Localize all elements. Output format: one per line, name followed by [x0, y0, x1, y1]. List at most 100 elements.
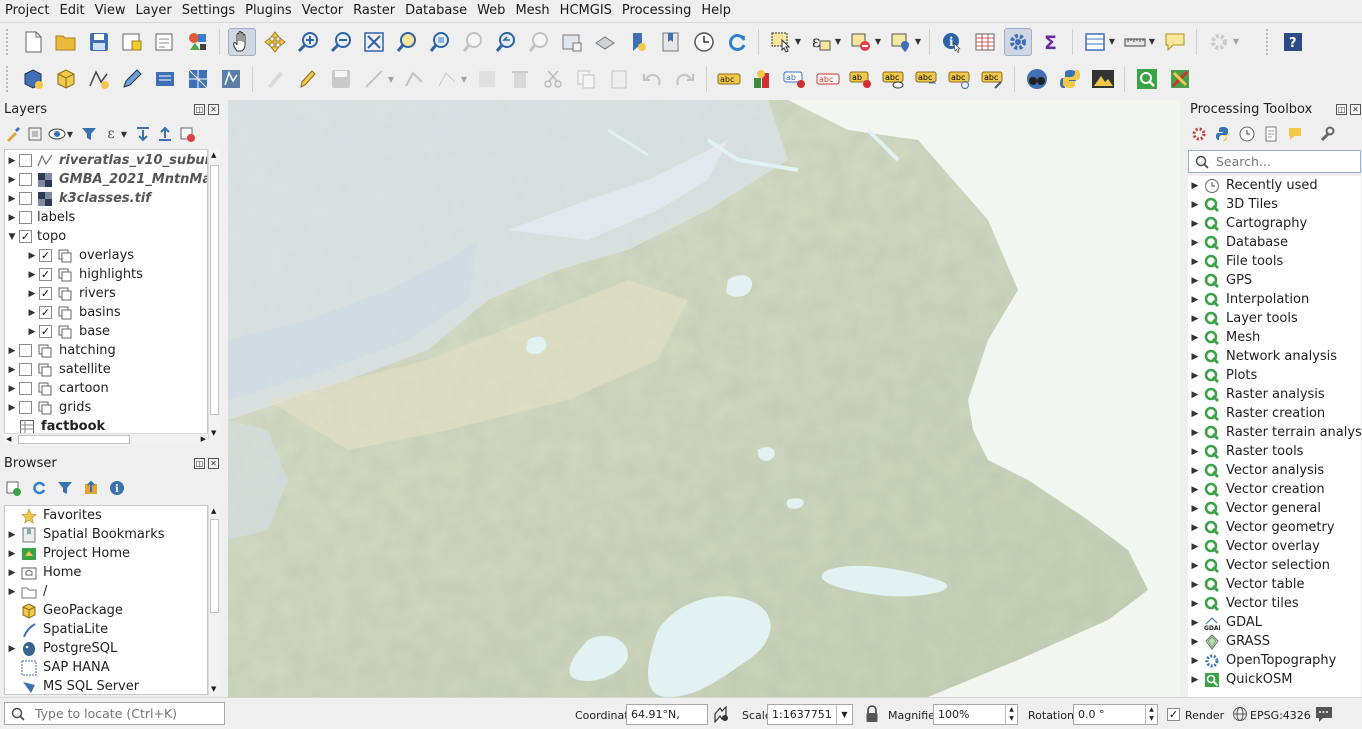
python-console-button[interactable] — [1056, 65, 1084, 93]
layer-visibility-checkbox[interactable] — [19, 211, 32, 224]
processing-provider-item[interactable]: ▶ Network analysis — [1188, 347, 1361, 366]
new-mesh-layer-button[interactable] — [184, 65, 212, 93]
digitize-pen-button[interactable] — [118, 65, 146, 93]
collapse-all-icon[interactable] — [82, 479, 100, 497]
processing-provider-item[interactable]: ▶ OpenTopography — [1188, 651, 1361, 670]
toggle-extents-icon[interactable] — [712, 705, 730, 724]
save-project-button[interactable] — [85, 28, 113, 56]
layer-visibility-checkbox[interactable]: ✓ — [39, 287, 52, 300]
new-bookmark-button[interactable] — [624, 28, 652, 56]
pin-labels-button[interactable]: ab — [781, 65, 809, 93]
layer-visibility-checkbox[interactable] — [19, 344, 32, 357]
show-hide-labels-button[interactable]: abc — [880, 65, 908, 93]
copy-features-button[interactable] — [572, 65, 600, 93]
plugin-layers-button[interactable] — [1166, 65, 1194, 93]
remove-layer-icon[interactable] — [178, 125, 196, 143]
rotation-spinbox[interactable]: 0.0 ° ▲ ▼ — [1073, 704, 1158, 725]
chevron-right-icon[interactable]: ▶ — [1188, 618, 1202, 628]
menu-raster[interactable]: Raster — [348, 0, 400, 22]
chevron-right-icon[interactable]: ▶ — [1188, 352, 1202, 362]
browser-item[interactable]: ▶ PostgreSQL — [5, 639, 207, 658]
layer-item[interactable]: ▶ grids — [5, 398, 207, 417]
menu-hcmgis[interactable]: HCMGIS — [555, 0, 617, 22]
locator-bar[interactable] — [4, 702, 225, 725]
deselect-dropdown[interactable]: ▼ — [874, 35, 882, 49]
chevron-right-icon[interactable]: ▶ — [1188, 675, 1202, 685]
menu-database[interactable]: Database — [400, 0, 472, 22]
add-selected-layers-icon[interactable] — [4, 479, 22, 497]
processing-provider-item[interactable]: ▶ Database — [1188, 233, 1361, 252]
chevron-right-icon[interactable]: ▶ — [1188, 466, 1202, 476]
zoom-to-layer-button[interactable] — [426, 28, 454, 56]
cut-features-button[interactable] — [539, 65, 567, 93]
magnifier-spinbox[interactable]: 100% ▲ ▼ — [933, 704, 1018, 725]
layer-visibility-checkbox[interactable]: ✓ — [39, 325, 52, 338]
zoom-next-button[interactable] — [525, 28, 553, 56]
new-print-layout-button[interactable] — [118, 28, 146, 56]
processing-provider-item[interactable]: ▶ Raster creation — [1188, 404, 1361, 423]
processing-provider-item[interactable]: ▶ Plots — [1188, 366, 1361, 385]
globe-icon[interactable] — [1232, 706, 1248, 722]
browser-item[interactable]: Favorites — [5, 506, 207, 525]
plugin-settings-dropdown[interactable]: ▼ — [1232, 35, 1240, 49]
processing-provider-item[interactable]: ▶ Vector analysis — [1188, 461, 1361, 480]
zoom-last-button[interactable] — [492, 28, 520, 56]
zoom-to-selection-button[interactable] — [393, 28, 421, 56]
processing-search-box[interactable] — [1188, 150, 1361, 173]
chevron-right-icon[interactable]: ▶ — [1188, 523, 1202, 533]
close-panel-button[interactable]: ✕ — [208, 458, 219, 469]
browser-item[interactable]: GeoPackage — [5, 601, 207, 620]
layer-item[interactable]: ▶ ✓ basins — [5, 303, 207, 322]
chevron-right-icon[interactable]: ▶ — [5, 175, 19, 185]
chevron-right-icon[interactable]: ▶ — [5, 587, 19, 597]
chevron-right-icon[interactable]: ▶ — [5, 384, 19, 394]
chevron-right-icon[interactable]: ▶ — [5, 156, 19, 166]
style-layer-icon[interactable] — [4, 125, 22, 143]
scale-combobox[interactable]: 1:1637751 ▼ — [767, 704, 853, 725]
chevron-right-icon[interactable]: ▶ — [1188, 314, 1202, 324]
select-by-location-button[interactable] — [887, 28, 915, 56]
chevron-right-icon[interactable]: ▶ — [5, 194, 19, 204]
select-expression-dropdown[interactable]: ▼ — [834, 35, 842, 49]
menu-settings[interactable]: Settings — [177, 0, 240, 22]
zoom-out-button[interactable] — [327, 28, 355, 56]
menu-plugins[interactable]: Plugins — [240, 0, 297, 22]
chevron-right-icon[interactable]: ▶ — [1188, 561, 1202, 571]
crs-button[interactable]: EPSG:4326 — [1250, 709, 1311, 722]
chevron-right-icon[interactable]: ▶ — [5, 346, 19, 356]
processing-provider-item[interactable]: ▶ GPS — [1188, 271, 1361, 290]
move-label-arrow-button[interactable]: abc — [913, 65, 941, 93]
processing-search-button[interactable] — [1133, 65, 1161, 93]
properties-info-icon[interactable]: i — [108, 479, 126, 497]
layer-visibility-checkbox[interactable]: ✓ — [39, 306, 52, 319]
toolbar-grip[interactable] — [1266, 28, 1272, 55]
menu-web[interactable]: Web — [472, 0, 510, 22]
browser-item[interactable]: SAP HANA — [5, 658, 207, 677]
paste-features-button[interactable] — [605, 65, 633, 93]
layer-item[interactable]: ▶ ✓ overlays — [5, 246, 207, 265]
scroll-right-arrow[interactable]: ▶ — [201, 435, 206, 443]
scroll-left-arrow[interactable]: ◀ — [6, 435, 11, 443]
processing-provider-item[interactable]: ▶ 3D Tiles — [1188, 195, 1361, 214]
chevron-right-icon[interactable]: ▶ — [1188, 580, 1202, 590]
identify-features-button[interactable]: i — [938, 28, 966, 56]
scroll-up-arrow[interactable]: ▲ — [211, 151, 216, 159]
close-panel-button[interactable]: ✕ — [1350, 104, 1361, 115]
chevron-right-icon[interactable]: ▶ — [1188, 485, 1202, 495]
close-panel-button[interactable]: ✕ — [208, 104, 219, 115]
help-button[interactable]: ? — [1279, 28, 1307, 56]
chevron-right-icon[interactable]: ▶ — [1188, 200, 1202, 210]
open-project-button[interactable] — [52, 28, 80, 56]
chevron-right-icon[interactable]: ▶ — [25, 327, 39, 337]
highlight-labels-button[interactable]: abc — [814, 65, 842, 93]
processing-provider-item[interactable]: ▶ Vector geometry — [1188, 518, 1361, 537]
chevron-right-icon[interactable]: ▶ — [25, 251, 39, 261]
processing-provider-item[interactable]: ▶ Vector general — [1188, 499, 1361, 518]
render-checkbox[interactable]: ✓ — [1167, 708, 1180, 721]
filter-legend-icon[interactable] — [80, 125, 98, 143]
map-tips-button[interactable] — [1161, 28, 1189, 56]
new-map-view-button[interactable] — [558, 28, 586, 56]
deselect-features-button[interactable] — [847, 28, 875, 56]
style-manager-button[interactable] — [184, 28, 212, 56]
chevron-right-icon[interactable]: ▶ — [1188, 390, 1202, 400]
